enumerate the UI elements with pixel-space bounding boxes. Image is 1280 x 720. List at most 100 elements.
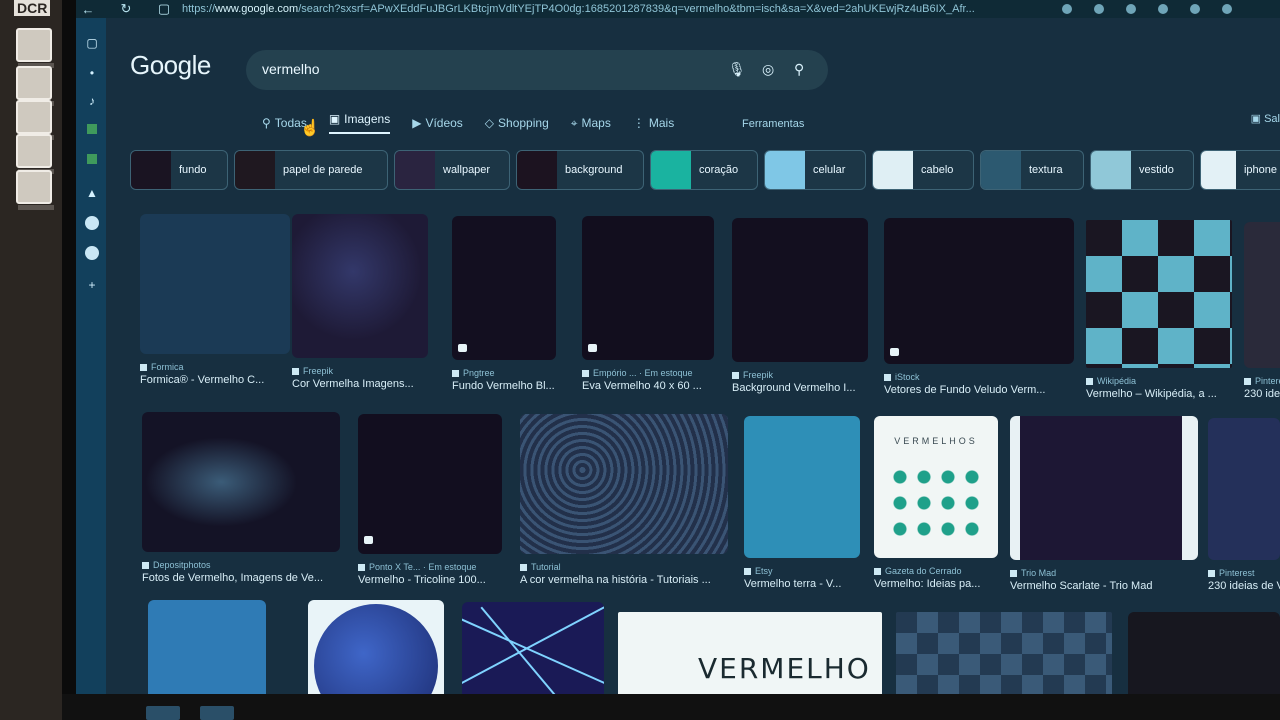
chip-textura[interactable]: textura — [980, 150, 1084, 190]
tag-icon: ◇ — [484, 116, 495, 130]
image-result[interactable]: Freepik Background Vermelho I... — [732, 218, 868, 394]
tools-button[interactable]: Ferramentas — [742, 118, 804, 130]
desktop-shortcut-icon[interactable] — [16, 100, 54, 140]
result-source: Wikipédia — [1086, 376, 1232, 386]
chip-vestido[interactable]: vestido — [1090, 150, 1194, 190]
related-chips: fundo papel de parede wallpaper backgrou… — [130, 150, 1280, 190]
extension-icon[interactable] — [1190, 4, 1200, 14]
chip-cabelo[interactable]: cabelo — [872, 150, 974, 190]
image-result[interactable]: Tutorial A cor vermelha na história - Tu… — [520, 414, 728, 586]
hand-cursor-icon: ☝ — [300, 120, 320, 137]
image-result[interactable]: Formica Formica® - Vermelho C... — [140, 214, 290, 386]
chip-thumbnail — [873, 151, 913, 189]
result-thumbnail: VERMELHOS — [874, 416, 998, 558]
chip-celular[interactable]: celular — [764, 150, 866, 190]
back-icon[interactable]: ← — [76, 2, 100, 17]
app-icon[interactable] — [87, 124, 97, 134]
lens-icon[interactable]: ◎ — [762, 61, 774, 78]
safesearch-button[interactable]: ▣ Sal — [1251, 112, 1280, 125]
chip-thumbnail — [1091, 151, 1131, 189]
chip-papel-de-parede[interactable]: papel de parede — [234, 150, 388, 190]
image-result[interactable] — [1128, 612, 1280, 694]
image-result[interactable]: Ponto X Te... · Em estoque Vermelho - Tr… — [358, 414, 502, 586]
extension-icon[interactable] — [1094, 4, 1104, 14]
vermelho-logo-text: VERMELHO — [698, 652, 871, 685]
translate-icon[interactable] — [1062, 4, 1072, 14]
desktop-shortcut-icon[interactable] — [16, 170, 54, 210]
tab-maps[interactable]: ⌖ Maps — [571, 112, 611, 134]
tab-shopping[interactable]: ◇ Shopping — [485, 112, 549, 134]
chip-thumbnail — [395, 151, 435, 189]
chip-fundo[interactable]: fundo — [130, 150, 228, 190]
profile-icon[interactable] — [1222, 4, 1232, 14]
shopping-tag-icon — [588, 344, 597, 352]
dot-icon[interactable]: • — [85, 66, 99, 80]
result-title: Fotos de Vermelho, Imagens de Ve... — [142, 572, 323, 584]
result-title: Fundo Vermelho Bl... — [452, 380, 555, 392]
image-result[interactable]: iStock Vetores de Fundo Veludo Verm... — [884, 218, 1074, 396]
microphone-icon[interactable]: 🎙 — [728, 61, 746, 78]
image-result[interactable]: Trio Mad Vermelho Scarlate - Trio Mad — [1010, 416, 1198, 592]
image-result[interactable]: Pinterest 230 ide... — [1244, 222, 1280, 400]
chip-thumbnail — [517, 151, 557, 189]
result-source: Etsy — [744, 566, 860, 576]
result-thumbnail — [452, 216, 556, 360]
google-logo[interactable]: Google — [130, 50, 211, 81]
desktop-shortcut-icon[interactable] — [16, 134, 54, 174]
result-source: Freepik — [292, 366, 428, 376]
result-thumbnail — [582, 216, 714, 360]
extension-icon[interactable] — [1158, 4, 1168, 14]
image-result[interactable]: VERMELHOS Gazeta do Cerrado Vermelho: Id… — [874, 416, 998, 590]
add-icon[interactable]: + — [85, 278, 99, 292]
image-result[interactable]: Etsy Vermelho terra - V... — [744, 416, 860, 590]
address-bar[interactable]: https://www.google.com/search?sxsrf=APwX… — [182, 3, 1042, 15]
search-input[interactable]: vermelho 🎙 ◎ ⚲ — [246, 50, 828, 90]
image-result[interactable] — [308, 600, 444, 694]
taskbar-app-icon[interactable] — [146, 706, 180, 720]
desktop-shortcut-icon[interactable] — [16, 66, 54, 106]
image-result[interactable] — [462, 602, 604, 694]
messenger-icon[interactable] — [85, 216, 99, 230]
monitor-bezel — [62, 0, 76, 720]
image-result[interactable] — [896, 612, 1112, 694]
whatsapp-icon[interactable] — [85, 246, 99, 260]
taskbar-app-icon[interactable] — [200, 706, 234, 720]
image-result[interactable]: Pinterest 230 ideias de V... — [1208, 418, 1280, 592]
search-icon[interactable]: ⚲ — [794, 61, 804, 78]
chip-label: wallpaper — [443, 164, 491, 176]
tabs-icon[interactable]: ▢ — [85, 36, 99, 50]
image-result[interactable]: Empório ... · Em estoque Eva Vermelho 40… — [582, 216, 714, 392]
browser-toolbar: ← ↻ ▢ https://www.google.com/search?sxsr… — [76, 0, 1280, 18]
chip-thumbnail — [1201, 151, 1236, 189]
tab-imagens[interactable]: ▣ Imagens — [328, 112, 391, 134]
map-pin-icon: ⌖ — [570, 115, 578, 130]
drive-icon[interactable]: ▲ — [85, 186, 99, 200]
chip-iphone[interactable]: iphone — [1200, 150, 1280, 190]
tab-mais[interactable]: ⋮ Mais — [633, 112, 674, 134]
result-thumbnail: VERMELHO — [618, 612, 882, 694]
image-result[interactable]: VERMELHO — [618, 612, 882, 694]
image-result[interactable]: Depositphotos Fotos de Vermelho, Imagens… — [142, 412, 340, 584]
chip-thumbnail — [981, 151, 1021, 189]
image-result[interactable]: Wikipédia Vermelho – Wikipédia, a ... — [1086, 220, 1232, 400]
reload-icon[interactable]: ↻ — [114, 1, 138, 17]
chip-coracao[interactable]: coração — [650, 150, 758, 190]
chip-background[interactable]: background — [516, 150, 644, 190]
tiktok-icon[interactable]: ♪ — [85, 94, 99, 108]
result-source: Trio Mad — [1010, 568, 1198, 578]
image-result[interactable]: Freepik Cor Vermelha Imagens... — [292, 214, 428, 390]
result-title: Eva Vermelho 40 x 60 ... — [582, 380, 702, 392]
site-info-icon[interactable]: ▢ — [152, 1, 176, 17]
desktop-shortcut-icon[interactable] — [16, 28, 54, 68]
app-icon[interactable] — [87, 154, 97, 164]
image-result[interactable]: Pngtree Fundo Vermelho Bl... — [452, 216, 556, 392]
result-title: Vetores de Fundo Veludo Verm... — [884, 384, 1046, 396]
pin-icon[interactable] — [1126, 4, 1136, 14]
result-thumbnail — [884, 218, 1074, 364]
chip-wallpaper[interactable]: wallpaper — [394, 150, 510, 190]
tab-videos[interactable]: ▶ Vídeos — [412, 112, 463, 134]
search-tabs: ⚲ Todas ▣ Imagens ▶ Vídeos ◇ Shopping ⌖ Maps … — [262, 112, 674, 134]
desktop-strip: DCR — [0, 0, 62, 720]
image-result[interactable] — [148, 600, 266, 694]
safesearch-label: Sal — [1264, 113, 1280, 125]
